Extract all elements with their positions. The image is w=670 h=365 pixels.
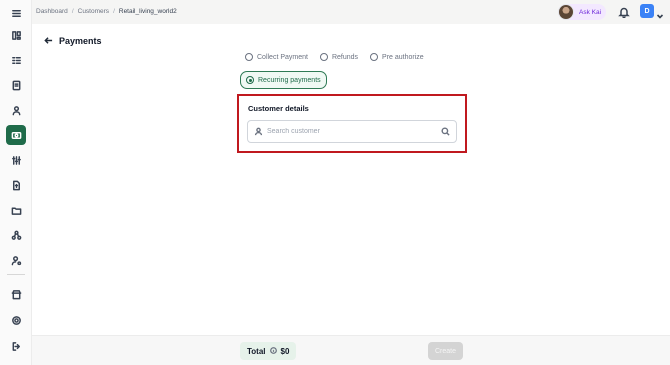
- sliders-icon[interactable]: [6, 150, 26, 170]
- breadcrumb: Dashboard / Customers / Retail_living_wo…: [36, 8, 177, 15]
- bell-icon[interactable]: [618, 5, 630, 19]
- user-icon[interactable]: [6, 100, 26, 120]
- create-button[interactable]: Create: [428, 342, 463, 360]
- payment-type-options: Collect Payment Refunds Pre authorize: [241, 50, 428, 64]
- radio-circle: [319, 53, 328, 61]
- back-arrow-icon[interactable]: [44, 32, 53, 50]
- customer-details-heading: Customer details: [248, 104, 309, 113]
- main-panel: Payments Collect Payment Refunds Pre aut…: [32, 24, 670, 335]
- radio-label: Recurring payments: [258, 76, 321, 84]
- payments-icon[interactable]: [6, 125, 26, 145]
- breadcrumb-separator: /: [71, 8, 74, 15]
- total-label: Total: [247, 346, 266, 356]
- breadcrumb-separator: /: [113, 8, 115, 15]
- customer-search-box[interactable]: [247, 120, 457, 143]
- network-icon[interactable]: [6, 225, 26, 245]
- ask-kai-label: Ask Kai: [579, 8, 602, 16]
- logout-icon[interactable]: [6, 336, 26, 356]
- store-icon[interactable]: [6, 284, 26, 304]
- user-avatar[interactable]: D: [640, 4, 654, 18]
- radio-collect-payment[interactable]: Collect Payment: [241, 50, 312, 64]
- list-icon[interactable]: [6, 50, 26, 70]
- breadcrumb-customers[interactable]: Customers: [78, 8, 109, 15]
- user-settings-icon[interactable]: [6, 250, 26, 270]
- customer-search-input[interactable]: [267, 128, 427, 135]
- radio-label: Refunds: [331, 53, 359, 61]
- page-header: Payments: [44, 32, 102, 50]
- breadcrumb-current: Retail_living_world2: [118, 8, 177, 15]
- sidebar: [0, 0, 32, 365]
- menu-icon[interactable]: [6, 3, 26, 23]
- user-initial: D: [644, 7, 650, 15]
- document-icon[interactable]: [6, 75, 26, 95]
- kai-avatar: [558, 4, 574, 20]
- radio-circle: [370, 53, 379, 61]
- breadcrumb-dashboard[interactable]: Dashboard: [36, 8, 68, 15]
- radio-label: Collect Payment: [257, 53, 308, 61]
- folder-icon[interactable]: [6, 200, 26, 220]
- chevron-down-icon[interactable]: [656, 7, 664, 19]
- info-icon[interactable]: [269, 346, 277, 356]
- ask-kai-button[interactable]: Ask Kai: [558, 4, 606, 20]
- radio-label: Pre authorize: [382, 53, 424, 61]
- total-value: $0: [280, 346, 290, 356]
- radio-refunds[interactable]: Refunds: [316, 50, 362, 64]
- sidebar-divider: [7, 274, 25, 275]
- file-dollar-icon[interactable]: [6, 175, 26, 195]
- radio-circle: [245, 53, 253, 61]
- radio-recurring-payments[interactable]: Recurring payments: [240, 71, 327, 89]
- person-icon: [248, 123, 263, 141]
- dashboard-icon[interactable]: [6, 25, 26, 45]
- footer-bar: Total $0 Create: [32, 335, 670, 365]
- customer-details-section: Customer details: [237, 94, 467, 153]
- page-title: Payments: [59, 36, 102, 46]
- total-summary: Total $0: [240, 342, 297, 360]
- topbar: Dashboard / Customers / Retail_living_wo…: [32, 0, 670, 24]
- radio-circle: [246, 76, 254, 84]
- gear-icon[interactable]: [6, 310, 26, 330]
- radio-pre-authorize[interactable]: Pre authorize: [366, 50, 428, 64]
